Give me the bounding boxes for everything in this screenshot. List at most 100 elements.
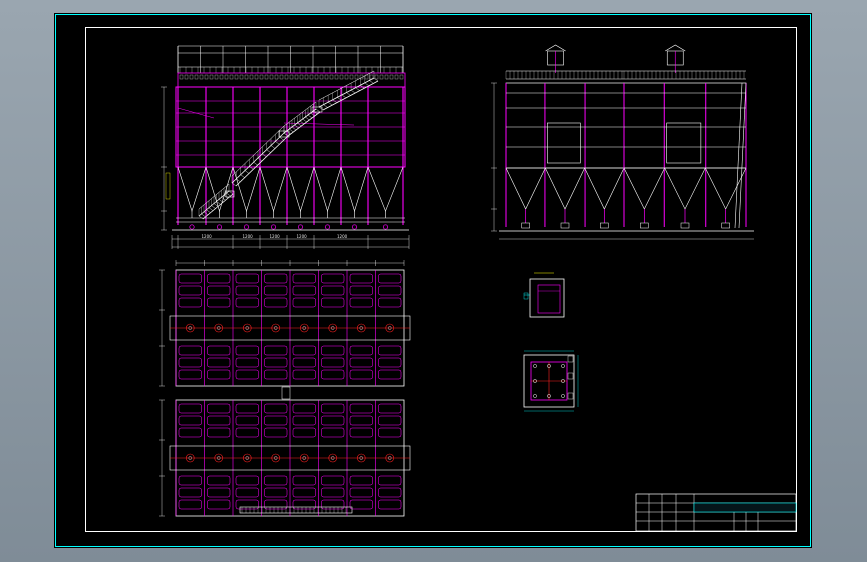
filter-cell — [178, 297, 202, 308]
stair-tread — [318, 106, 324, 111]
hopper — [340, 166, 369, 213]
stair-tread — [315, 108, 321, 113]
filter-cell — [207, 345, 231, 356]
detail-2 — [523, 350, 579, 412]
plan-module — [159, 269, 411, 387]
stair-tread — [291, 126, 297, 131]
filter-cell — [264, 415, 288, 426]
deck-block — [194, 74, 199, 80]
filter-cell — [264, 403, 288, 414]
filter-cell — [178, 427, 202, 438]
bolt-hole — [561, 364, 565, 368]
filter-cell — [207, 285, 231, 296]
side-unit — [505, 44, 625, 229]
filter-cell — [178, 273, 202, 284]
stair-tread — [262, 153, 267, 157]
filter-cell — [378, 475, 402, 486]
filter-cell — [235, 487, 259, 498]
screw-feeder — [600, 222, 609, 229]
inner-frame — [85, 27, 797, 532]
side-casing — [623, 82, 747, 169]
stair-tread — [341, 94, 347, 99]
deck-block — [224, 74, 229, 80]
filter-cell — [321, 499, 345, 510]
stair-tread — [240, 174, 245, 178]
screw-feeder — [521, 222, 530, 229]
cad-viewport[interactable]: 1200 1200 1200 1200 1200 — [0, 0, 867, 562]
filter-cell — [235, 369, 259, 380]
front-staircase — [198, 70, 379, 220]
filter-cell — [235, 403, 259, 414]
filter-cell — [349, 415, 373, 426]
filter-cell — [235, 475, 259, 486]
conveyor — [239, 506, 353, 514]
filter-cell — [264, 273, 288, 284]
deck-block — [219, 74, 224, 80]
side-hopper — [664, 167, 706, 210]
side-stair — [734, 82, 743, 229]
deck-block — [199, 74, 204, 80]
side-elevation — [491, 44, 754, 240]
deck-block — [339, 74, 344, 80]
title-block-outline — [635, 493, 797, 532]
deck-block — [284, 74, 289, 80]
filter-cell — [349, 369, 373, 380]
filter-cell — [207, 403, 231, 414]
hopper — [259, 166, 288, 213]
stair-tread — [373, 77, 379, 82]
outlet-valve — [351, 224, 358, 230]
deck-block — [184, 74, 189, 80]
filter-cell — [349, 357, 373, 368]
filter-cell — [378, 345, 402, 356]
filter-cell — [349, 297, 373, 308]
filter-cell — [292, 475, 316, 486]
filter-cell — [378, 285, 402, 296]
filter-cell — [207, 499, 231, 510]
deck-block — [394, 74, 399, 80]
kiosk-roof — [665, 44, 686, 52]
front-left-dimensions — [161, 86, 171, 231]
deck-block — [264, 74, 269, 80]
dim-text: 1200 — [270, 234, 281, 239]
deck-block — [389, 74, 394, 80]
deck-block — [399, 74, 404, 80]
filter-cell — [321, 297, 345, 308]
filter-cell — [292, 357, 316, 368]
screw-feeder — [560, 222, 570, 229]
filter-cell — [349, 499, 373, 510]
filter-cell — [264, 475, 288, 486]
side-casing — [505, 82, 625, 169]
side-hopper — [505, 167, 546, 210]
filter-cell — [264, 297, 288, 308]
stair-handrail — [283, 101, 317, 127]
filter-cell — [378, 357, 402, 368]
filter-cell — [178, 369, 202, 380]
filter-cell — [378, 273, 402, 284]
deck-block — [234, 74, 239, 80]
front-dimensions: 1200 1200 1200 1200 1200 — [171, 234, 410, 249]
stair-tread — [266, 149, 271, 153]
stair-tread — [289, 128, 294, 133]
filter-cell — [321, 415, 345, 426]
cad-drawing: 1200 1200 1200 1200 1200 — [55, 14, 811, 547]
outlet-valve — [324, 224, 331, 230]
filter-cell — [378, 297, 402, 308]
stair-tread — [355, 87, 360, 91]
filter-cell — [235, 345, 259, 356]
filter-cell — [349, 487, 373, 498]
title-block-main-cell — [693, 502, 797, 513]
deck-block — [259, 74, 264, 80]
bolt-hole — [533, 364, 537, 368]
outlet-valve — [270, 224, 277, 230]
filter-cell — [292, 499, 316, 510]
filter-cell — [378, 427, 402, 438]
filter-cell — [264, 357, 288, 368]
filter-cell — [321, 369, 345, 380]
drawing-sheet[interactable]: 1200 1200 1200 1200 1200 — [54, 13, 812, 548]
filter-cell — [321, 285, 345, 296]
deck-block — [314, 74, 319, 80]
filter-cell — [292, 487, 316, 498]
deck-block — [379, 74, 384, 80]
deck-block — [189, 74, 194, 80]
title-block — [635, 493, 797, 532]
